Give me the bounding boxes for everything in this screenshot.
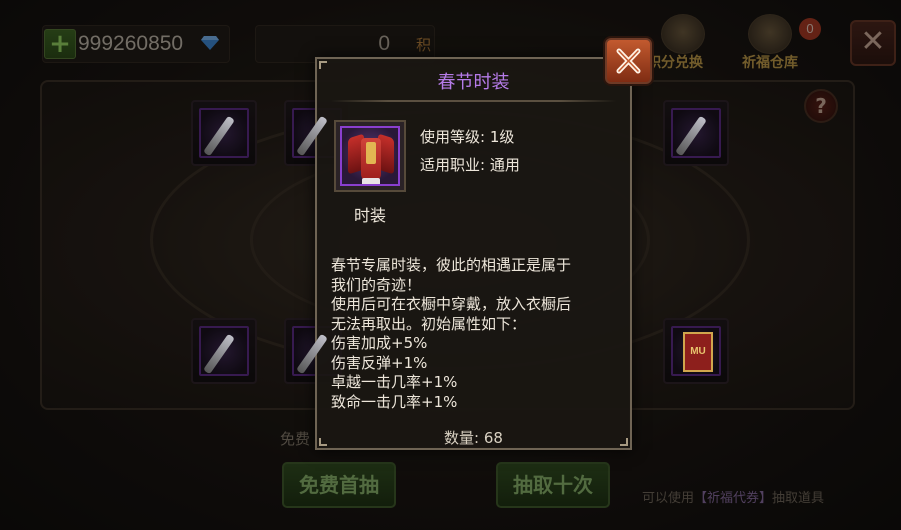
item-quantity: 数量: 68 [444, 429, 503, 447]
attribute-line: 伤害加成+5% [331, 334, 428, 352]
item-title: 春节时装 [437, 72, 510, 93]
title-divider [331, 100, 616, 102]
level-requirement: 使用等级: 1级 [420, 128, 515, 146]
description-line: 我们的奇迹！ [331, 275, 422, 294]
item-type: 时装 [353, 206, 386, 225]
costume-icon [340, 126, 400, 186]
attribute-line: 卓越一击几率+1% [331, 373, 458, 391]
close-icon [616, 48, 641, 74]
popup-close-button[interactable] [605, 38, 652, 84]
item-detail-popup: 春节时装 使用等级: 1级 适用职业: 通用 时装 春节专属时装，彼此的相遇正是… [315, 57, 632, 450]
description-line: 无法再取出。初始属性如下： [331, 314, 527, 333]
corner-ornament [319, 61, 327, 69]
description-line: 春节专属时装，彼此的相遇正是属于 [331, 256, 572, 274]
item-description: 春节专属时装，彼此的相遇正是属于 我们的奇迹！ 使用后可在衣橱中穿戴，放入衣橱后… [331, 256, 621, 412]
attribute-line: 伤害反弹+1% [331, 353, 428, 372]
description-line: 使用后可在衣橱中穿戴，放入衣橱后 [331, 295, 572, 313]
item-icon-frame [334, 120, 406, 192]
guild-banner-icon: MU [683, 332, 713, 372]
attribute-line: 致命一击几率+1% [331, 392, 458, 411]
class-requirement: 适用职业: 通用 [420, 156, 520, 174]
